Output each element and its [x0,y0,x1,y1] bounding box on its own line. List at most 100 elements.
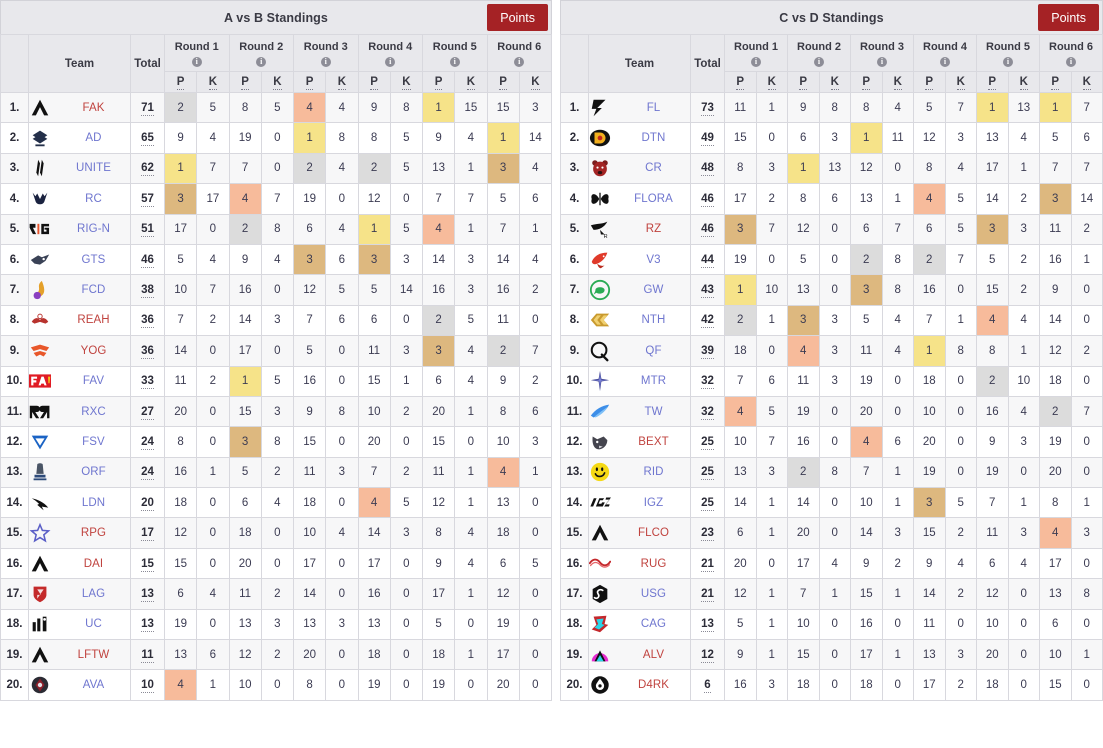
info-icon[interactable]: i [514,57,525,67]
column-header-r3-kills[interactable]: K [325,71,359,93]
total-value[interactable]: 24 [141,435,154,450]
team-name-link[interactable]: ALV [617,649,690,661]
info-icon[interactable]: i [1066,57,1076,67]
team-name-link[interactable]: FLORA [617,193,690,205]
team-name-link[interactable]: RUG [617,558,690,570]
team-name-link[interactable]: BEXT [617,436,690,448]
total-value[interactable]: 25 [701,496,714,511]
column-header-r1-kills[interactable]: K [196,71,230,93]
total-value[interactable]: 73 [701,101,714,116]
team-name-link[interactable]: FAV [57,375,130,387]
total-value[interactable]: 33 [141,375,154,390]
total-value[interactable]: 25 [701,466,714,481]
total-value[interactable]: 48 [701,162,714,177]
total-value[interactable]: 46 [701,192,714,207]
column-header-r6-points[interactable]: P [486,71,520,93]
team-name-link[interactable]: RIG-N [57,223,130,235]
info-icon[interactable]: i [940,57,950,67]
team-name-link[interactable]: MTR [617,375,690,387]
total-value[interactable]: 12 [701,648,714,663]
total-value[interactable]: 21 [701,587,714,602]
team-name-link[interactable]: USG [617,588,690,600]
column-header-r1-points[interactable]: P [724,71,757,93]
team-name-link[interactable]: NTH [617,314,690,326]
total-value[interactable]: 49 [701,132,714,147]
team-name-link[interactable]: UC [57,618,130,630]
team-name-link[interactable]: AVA [57,679,130,691]
column-header-r4-points[interactable]: P [913,71,946,93]
team-name-link[interactable]: YOG [57,345,130,357]
total-value[interactable]: 6 [704,679,711,694]
column-header-r2-points[interactable]: P [228,71,262,93]
team-name-link[interactable]: DAI [57,558,130,570]
team-name-link[interactable]: FAK [57,102,130,114]
column-header-r6-kills[interactable]: K [1070,71,1103,93]
total-value[interactable]: 32 [701,375,714,390]
team-name-link[interactable]: FL [617,102,690,114]
total-value[interactable]: 10 [141,679,154,694]
total-value[interactable]: 38 [141,284,154,299]
column-header-r3-kills[interactable]: K [881,71,914,93]
team-name-link[interactable]: DTN [617,132,690,144]
total-value[interactable]: 65 [141,132,154,147]
total-value[interactable]: 32 [701,405,714,420]
total-value[interactable]: 42 [701,314,714,329]
team-name-link[interactable]: ORF [57,466,130,478]
team-name-link[interactable]: FCD [57,284,130,296]
column-header-r4-kills[interactable]: K [944,71,977,93]
total-value[interactable]: 51 [141,223,154,238]
info-icon[interactable]: i [877,57,887,67]
column-header-total[interactable]: Total [690,34,725,93]
info-icon[interactable]: i [385,57,396,67]
column-header-r1-kills[interactable]: K [755,71,788,93]
column-header-r5-points[interactable]: P [976,71,1009,93]
info-icon[interactable]: i [1003,57,1013,67]
team-name-link[interactable]: FLCO [617,527,690,539]
total-value[interactable]: 15 [141,557,154,572]
team-name-link[interactable]: RZ [617,223,690,235]
team-name-link[interactable]: QF [617,345,690,357]
column-header-r4-kills[interactable]: K [389,71,424,93]
info-icon[interactable]: i [449,57,460,67]
total-value[interactable]: 44 [701,253,714,268]
total-value[interactable]: 46 [701,223,714,238]
info-icon[interactable]: i [751,57,761,67]
team-name-link[interactable]: LAG [57,588,130,600]
team-name-link[interactable]: GTS [57,254,130,266]
total-value[interactable]: 17 [141,527,154,542]
team-name-link[interactable]: GW [617,284,690,296]
team-name-link[interactable]: V3 [617,254,690,266]
info-icon[interactable]: i [320,57,331,67]
total-value[interactable]: 46 [141,253,154,268]
column-header-r2-kills[interactable]: K [818,71,851,93]
total-value[interactable]: 71 [141,101,154,116]
total-value[interactable]: 27 [141,405,154,420]
team-name-link[interactable]: RPG [57,527,130,539]
total-value[interactable]: 13 [701,618,714,633]
column-header-r5-kills[interactable]: K [1007,71,1040,93]
team-name-link[interactable]: CAG [617,618,690,630]
column-header-r3-points[interactable]: P [850,71,883,93]
team-name-link[interactable]: TW [617,406,690,418]
info-icon[interactable]: i [191,57,202,67]
total-value[interactable]: 39 [701,344,714,359]
team-name-link[interactable]: IGZ [617,497,690,509]
column-header-r4-points[interactable]: P [357,71,391,93]
points-button[interactable]: Points [487,4,548,31]
column-header-r5-points[interactable]: P [421,71,456,93]
total-value[interactable]: 24 [141,466,154,481]
column-header-r2-kills[interactable]: K [260,71,295,93]
total-value[interactable]: 23 [701,527,714,542]
total-value[interactable]: 36 [141,344,154,359]
total-value[interactable]: 36 [141,314,154,329]
total-value[interactable]: 43 [701,284,714,299]
team-name-link[interactable]: LFTW [57,649,130,661]
team-name-link[interactable]: FSV [57,436,130,448]
column-header-r6-kills[interactable]: K [518,71,553,93]
column-header-r3-points[interactable]: P [292,71,327,93]
team-name-link[interactable]: CR [617,162,690,174]
team-name-link[interactable]: REAH [57,314,130,326]
info-icon[interactable]: i [256,57,267,67]
column-header-r2-points[interactable]: P [787,71,820,93]
total-value[interactable]: 13 [141,587,154,602]
